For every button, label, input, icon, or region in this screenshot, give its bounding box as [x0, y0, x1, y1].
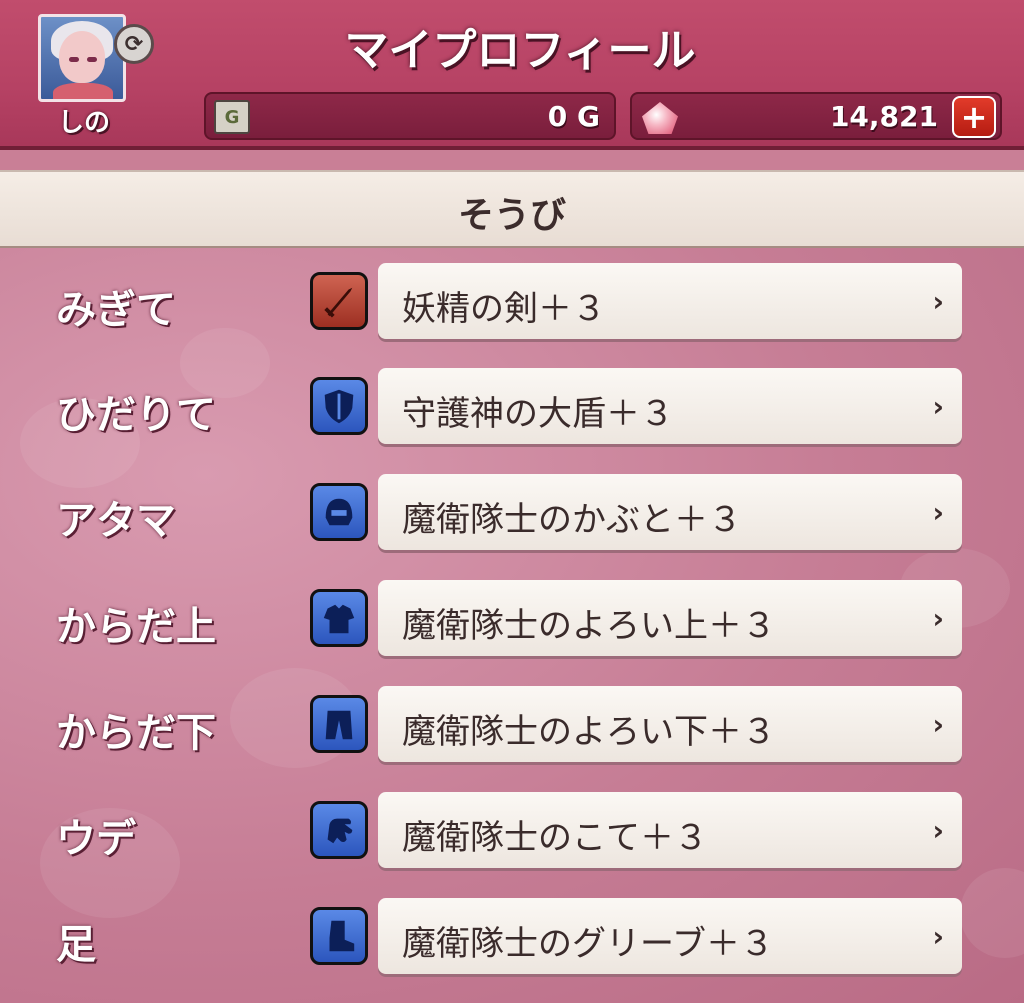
armor-top-icon — [310, 589, 368, 647]
gem-value: 14,821 — [829, 100, 938, 133]
player-name: しの — [57, 108, 110, 138]
item-name: 魔衛隊士のグリーブ＋３ — [402, 924, 774, 964]
item-name: 妖精の剣＋３ — [402, 289, 606, 329]
boots-icon — [310, 907, 368, 965]
equipment-row: ひだりて 守護神の大盾＋３ › — [0, 368, 1024, 448]
player-avatar[interactable] — [38, 14, 126, 102]
item-name: 魔衛隊士のよろい下＋３ — [402, 712, 776, 752]
chevron-right-icon: › — [932, 496, 944, 529]
equipment-item-button[interactable]: 魔衛隊士のよろい下＋３ › — [378, 686, 962, 762]
armor-bottom-icon — [310, 695, 368, 753]
equipment-item-button[interactable]: 魔衛隊士のよろい上＋３ › — [378, 580, 962, 656]
helmet-icon — [310, 483, 368, 541]
equipment-row: からだ上 魔衛隊士のよろい上＋３ › — [0, 580, 1024, 660]
chevron-right-icon: › — [932, 602, 944, 635]
equipment-item-button[interactable]: 魔衛隊士のかぶと＋３ › — [378, 474, 962, 550]
item-name: 魔衛隊士のこて＋３ — [402, 818, 708, 858]
item-name: 守護神の大盾＋３ — [402, 394, 674, 434]
gold-value: 0 G — [547, 100, 600, 133]
equipment-item-button[interactable]: 妖精の剣＋３ › — [378, 263, 962, 339]
header-bar: ⟳ しの マイプロフィール G 0 G 14,821 + — [0, 0, 1024, 150]
chevron-right-icon: › — [932, 814, 944, 847]
item-name: 魔衛隊士のよろい上＋３ — [402, 606, 776, 646]
slot-label-body-top: からだ上 — [56, 604, 216, 650]
currency-bar: G 0 G 14,821 + — [198, 92, 1014, 144]
page-title: マイプロフィール — [344, 25, 696, 76]
slot-label-body-bottom: からだ下 — [56, 710, 216, 756]
add-gems-button[interactable]: + — [952, 96, 996, 138]
equipment-row: 足 魔衛隊士のグリーブ＋３ › — [0, 898, 1024, 978]
chevron-right-icon: › — [932, 285, 944, 318]
chevron-right-icon: › — [932, 390, 944, 423]
equipment-item-button[interactable]: 魔衛隊士のグリーブ＋３ › — [378, 898, 962, 974]
refresh-icon[interactable]: ⟳ — [114, 24, 154, 64]
gem-icon — [642, 102, 678, 134]
equipment-row: アタマ 魔衛隊士のかぶと＋３ › — [0, 474, 1024, 554]
gauntlet-icon — [310, 801, 368, 859]
slot-label-arms: ウデ — [56, 816, 136, 862]
equipment-row: からだ下 魔衛隊士のよろい下＋３ › — [0, 686, 1024, 766]
equipment-row: ウデ 魔衛隊士のこて＋３ › — [0, 792, 1024, 872]
slot-label-right-hand: みぎて — [56, 287, 176, 333]
slot-label-feet: 足 — [56, 922, 96, 968]
shield-icon — [310, 377, 368, 435]
gold-display: G 0 G — [204, 92, 616, 140]
sword-icon — [310, 272, 368, 330]
equipment-item-button[interactable]: 守護神の大盾＋３ › — [378, 368, 962, 444]
item-name: 魔衛隊士のかぶと＋３ — [402, 500, 742, 540]
slot-label-left-hand: ひだりて — [56, 392, 216, 438]
chevron-right-icon: › — [932, 920, 944, 953]
section-title: そうび — [457, 195, 566, 236]
section-header: そうび — [0, 170, 1024, 248]
equipment-row: みぎて 妖精の剣＋３ › — [0, 263, 1024, 343]
slot-label-head: アタマ — [56, 498, 176, 544]
chevron-right-icon: › — [932, 708, 944, 741]
gem-display: 14,821 + — [630, 92, 1002, 140]
gold-icon: G — [214, 100, 250, 134]
equipment-list: みぎて 妖精の剣＋３ › ひだりて 守護神の大盾＋３ › アタマ 魔衛隊士のかぶ… — [0, 248, 1024, 1003]
equipment-item-button[interactable]: 魔衛隊士のこて＋３ › — [378, 792, 962, 868]
